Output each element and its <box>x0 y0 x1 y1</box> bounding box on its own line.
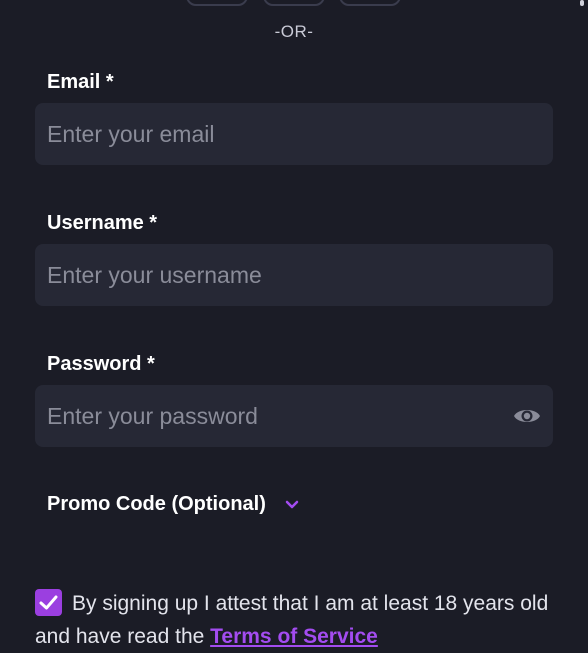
username-field-box[interactable] <box>35 244 553 306</box>
checkmark-icon <box>39 595 58 610</box>
chevron-down-icon <box>284 498 300 510</box>
social-login-button-3[interactable] <box>339 0 401 6</box>
promo-code-label: Promo Code (Optional) <box>47 492 266 515</box>
age-terms-checkbox[interactable] <box>35 589 62 616</box>
or-divider: -OR- <box>274 22 314 41</box>
promo-code-toggle[interactable]: Promo Code (Optional) <box>47 490 300 518</box>
password-label: Password * <box>47 353 155 375</box>
username-field[interactable] <box>47 244 507 306</box>
email-field[interactable] <box>47 103 507 165</box>
scrollbar[interactable] <box>580 0 584 6</box>
email-label: Email * <box>47 71 114 93</box>
eye-icon[interactable] <box>513 403 541 429</box>
username-label: Username * <box>47 212 158 234</box>
password-field-box[interactable] <box>35 385 553 447</box>
password-field[interactable] <box>47 385 507 447</box>
social-login-button-2[interactable] <box>263 0 325 6</box>
social-login-button-1[interactable] <box>186 0 248 6</box>
terms-text: By signing up I attest that I am at leas… <box>35 587 555 653</box>
email-field-box[interactable] <box>35 103 553 165</box>
terms-of-service-link[interactable]: Terms of Service <box>210 625 378 648</box>
social-login-row <box>0 0 588 6</box>
